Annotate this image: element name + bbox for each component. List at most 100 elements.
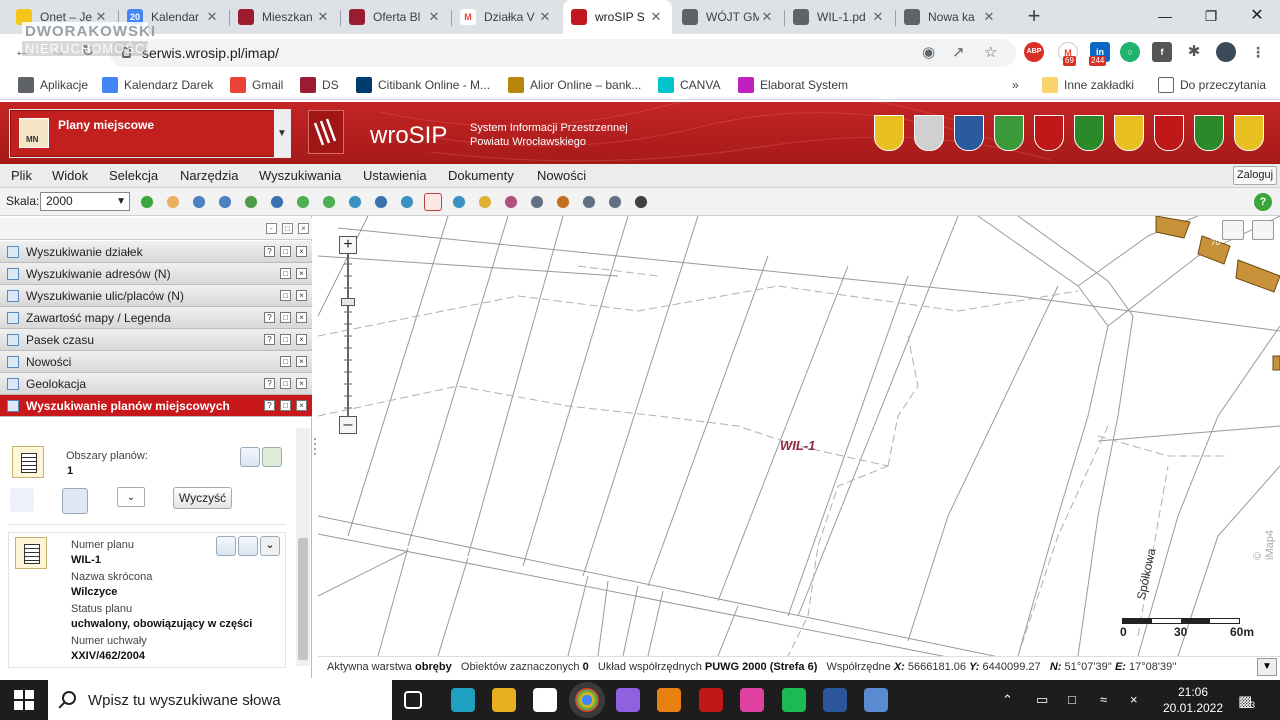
menu-kebab-icon[interactable]: ⋮ — [1248, 42, 1268, 62]
panel-row[interactable]: Zawartość mapy / Legenda? □ × — [0, 307, 312, 329]
close-icon[interactable]: × — [296, 356, 307, 367]
municipality-crest-icon[interactable] — [1074, 115, 1104, 151]
windows-start-icon[interactable] — [14, 690, 34, 710]
active-layer-icon[interactable] — [424, 193, 442, 211]
help-icon[interactable]: ? — [264, 378, 275, 389]
app-icon[interactable] — [533, 688, 557, 712]
municipality-crest-icon[interactable] — [954, 115, 984, 151]
new-tab-button[interactable]: + — [1022, 5, 1046, 29]
bookmarks-more-button[interactable]: » — [1012, 76, 1019, 94]
panel-close-icon[interactable]: × — [298, 223, 309, 234]
municipality-crest-icon[interactable] — [1154, 115, 1184, 151]
panel-row[interactable]: Pasek czasu? □ × — [0, 329, 312, 351]
municipality-crest-icon[interactable] — [874, 115, 904, 151]
word-icon[interactable] — [823, 688, 847, 712]
tab-close-icon[interactable]: ✕ — [537, 9, 553, 25]
restore-icon[interactable]: □ — [280, 400, 291, 411]
print-icon[interactable] — [580, 193, 598, 211]
zoom-in-icon[interactable] — [190, 193, 208, 211]
tray-device-icon[interactable]: ▭ — [1036, 692, 1048, 708]
bookmark-item[interactable]: Aplikacje — [18, 76, 88, 94]
tray-chevron-icon[interactable]: ⌃ — [1002, 692, 1013, 708]
battery-icon[interactable]: □ — [1068, 692, 1076, 707]
tab-close-icon[interactable]: ✕ — [648, 9, 664, 25]
zoom-out-button[interactable]: – — [339, 416, 357, 434]
status-expand-button[interactable]: ▼ — [1257, 658, 1277, 676]
help-icon[interactable]: ? — [264, 246, 275, 257]
back-arrow-icon[interactable] — [294, 193, 312, 211]
restore-icon[interactable]: □ — [280, 312, 291, 323]
municipality-crest-icon[interactable] — [1034, 115, 1064, 151]
plan-layer-selector[interactable]: MN Plany miejscowe ▼ — [9, 109, 291, 158]
close-icon[interactable]: × — [296, 268, 307, 279]
clock[interactable]: 21:06 20.01.2022 — [1160, 684, 1226, 716]
measure-line-icon[interactable] — [346, 193, 364, 211]
zoom-handle[interactable] — [341, 298, 355, 306]
help-icon[interactable]: ? — [1254, 193, 1272, 211]
browser-tab[interactable]: M Działka V ✕ — [452, 0, 561, 34]
paint-icon[interactable] — [864, 688, 888, 712]
municipality-crest-icon[interactable] — [1194, 115, 1224, 151]
municipality-crest-icon[interactable] — [1234, 115, 1264, 151]
menu-item[interactable]: Selekcja — [109, 168, 158, 183]
bookmark-item[interactable]: Gmail — [230, 76, 283, 94]
help-icon[interactable]: ? — [264, 312, 275, 323]
reading-list[interactable]: Do przeczytania — [1158, 76, 1266, 94]
restore-icon[interactable]: □ — [280, 334, 291, 345]
app-icon[interactable] — [699, 688, 723, 712]
browser-tab[interactable]: Oferta Bl ✕ — [341, 0, 450, 34]
menu-item[interactable]: Plik — [11, 168, 32, 183]
menu-item[interactable]: Wyszukiwania — [259, 168, 341, 183]
location-icon[interactable]: ◉ — [922, 43, 935, 61]
panel-restore-icon[interactable]: □ — [282, 223, 293, 234]
comment-icon[interactable] — [1222, 220, 1244, 240]
info-icon[interactable] — [138, 193, 156, 211]
zoom-to-plan-icon[interactable] — [216, 536, 236, 556]
municipality-crest-icon[interactable] — [1114, 115, 1144, 151]
close-icon[interactable]: × — [296, 246, 307, 257]
restore-icon[interactable]: □ — [280, 378, 291, 389]
bookmark-star-icon[interactable]: ☆ — [984, 43, 997, 61]
restore-icon[interactable]: □ — [280, 356, 291, 367]
map-export-icon[interactable] — [528, 193, 546, 211]
zoom-out-icon[interactable] — [216, 193, 234, 211]
login-button[interactable]: Zaloguj — [1233, 166, 1277, 185]
restore-icon[interactable]: □ — [280, 268, 291, 279]
browser-tab[interactable]: WÓJT GM ✕ — [674, 0, 783, 34]
drop-icon[interactable] — [616, 688, 640, 712]
vlc-icon[interactable] — [657, 688, 681, 712]
bookmark-item[interactable]: DS — [300, 76, 339, 94]
help-icon[interactable]: ? — [264, 334, 275, 345]
panel-row[interactable]: Wyszukiwanie adresów (N) □ × — [0, 263, 312, 285]
extensions-icon[interactable]: ✱ — [1184, 42, 1204, 62]
panel-row[interactable]: Wyszukiwanie ulic/placów (N) □ × — [0, 285, 312, 307]
menu-item[interactable]: Widok — [52, 168, 88, 183]
tab-close-icon[interactable]: ✕ — [204, 9, 220, 25]
maximize-button[interactable]: ❐ — [1188, 0, 1234, 32]
municipality-crest-icon[interactable] — [914, 115, 944, 151]
table-icon[interactable] — [554, 193, 572, 211]
other-bookmarks[interactable]: Inne zakładki — [1042, 76, 1134, 94]
panel-row[interactable]: Wyszukiwanie działek? □ × — [0, 241, 312, 263]
menu-item[interactable]: Dokumenty — [448, 168, 514, 183]
task-view-icon[interactable] — [404, 691, 422, 709]
palette-icon[interactable] — [740, 688, 764, 712]
close-icon[interactable]: × — [296, 334, 307, 345]
help-icon[interactable]: ? — [264, 400, 275, 411]
menu-item[interactable]: Narzędzia — [180, 168, 239, 183]
tab-close-icon[interactable]: ✕ — [870, 9, 886, 25]
profile-avatar[interactable] — [1216, 42, 1236, 62]
panel-row[interactable]: Wyszukiwanie planów miejscowych? □ × — [0, 395, 312, 417]
bookmark-item[interactable]: Elaborat System — [738, 76, 848, 94]
panel-row[interactable]: Nowości □ × — [0, 351, 312, 373]
tab-close-icon[interactable]: ✕ — [315, 9, 331, 25]
chrome-ext-icon[interactable]: ○ — [1120, 42, 1140, 62]
bookmark-item[interactable]: Alior Online – bank... — [508, 76, 641, 94]
zoom-window-icon[interactable] — [268, 193, 286, 211]
pan-hand-icon[interactable] — [164, 193, 182, 211]
panel-scrollbar[interactable] — [296, 428, 310, 666]
browser-tab[interactable]: wroSIP S ✕ — [563, 0, 672, 34]
clear-button[interactable]: Wyczyść — [173, 487, 232, 509]
full-extent-icon[interactable] — [242, 193, 260, 211]
zoom-in-button[interactable]: + — [339, 236, 357, 254]
